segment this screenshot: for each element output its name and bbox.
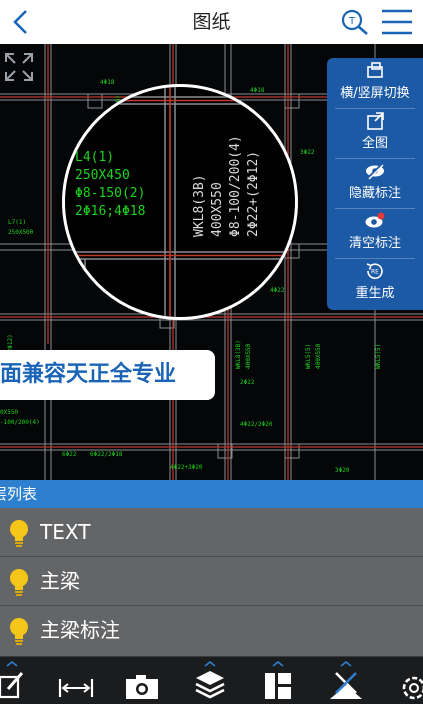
zoom-text-line: 250X450	[75, 168, 130, 183]
menu-item-rotate[interactable]: 横/竖屏切换	[327, 58, 423, 108]
lightbulb-icon[interactable]	[6, 518, 32, 548]
svg-text:400X550: 400X550	[245, 343, 252, 369]
toolbar-settings-button[interactable]	[392, 661, 423, 701]
cad-tool-icon	[330, 672, 362, 699]
layer-list-header: 层列表	[0, 480, 423, 508]
toolbar-layers-button[interactable]	[188, 661, 232, 701]
svg-text:4Φ22+3Φ20: 4Φ22+3Φ20	[170, 464, 203, 471]
fullscreen-icon[interactable]	[4, 52, 34, 82]
svg-text:WKL5(5): WKL5(5)	[305, 344, 312, 369]
menu-item-label: 重生成	[355, 286, 395, 301]
drawing-canvas[interactable]: L7(1) 250X500 4Φ18 4Φ18 3Φ22 4Φ22 2Φ22 6Φ22 …	[0, 44, 423, 480]
edit-icon	[0, 672, 24, 699]
svg-text:L7(1): L7(1)	[8, 219, 26, 226]
svg-text:4Φ18: 4Φ18	[100, 79, 115, 86]
camera-icon	[126, 675, 158, 699]
layout-icon	[265, 673, 291, 699]
lightbulb-icon[interactable]	[6, 616, 32, 646]
menu-item-label: 清空标注	[348, 236, 401, 251]
eye-hidden-icon	[366, 163, 384, 180]
svg-text:-100/200(4): -100/200(4)	[0, 419, 40, 426]
view-options-panel: 横/竖屏切换 全图 隐藏标注 清空标注 RE 重生成	[327, 58, 423, 310]
menu-item-label: 横/竖屏切换	[340, 86, 410, 101]
settings-icon	[402, 676, 423, 700]
menu-item-label: 隐藏标注	[348, 186, 401, 201]
svg-text:WKL8(3B): WKL8(3B)	[235, 340, 242, 369]
zoom-text-line: L4(1)	[75, 150, 115, 165]
svg-text:3Φ20: 3Φ20	[335, 467, 350, 474]
menu-item-hide-annotations[interactable]: 隐藏标注	[327, 158, 423, 208]
svg-text:6Φ22/2Φ18: 6Φ22/2Φ18	[90, 451, 123, 458]
svg-text:2Φ22: 2Φ22	[240, 379, 255, 386]
svg-text:400X550: 400X550	[315, 343, 322, 369]
search-text-icon[interactable]: T	[340, 8, 370, 36]
zoom-text-line: 2Φ16;4Φ18	[75, 204, 146, 219]
svg-text:250X500: 250X500	[8, 229, 34, 236]
eye-clear-icon	[365, 212, 385, 228]
toolbar-measure-button[interactable]	[54, 661, 98, 701]
measure-icon	[58, 679, 94, 697]
fit-view-icon	[367, 112, 384, 130]
svg-text:0X550: 0X550	[0, 409, 18, 416]
menu-item-regenerate[interactable]: RE 重生成	[327, 258, 423, 308]
svg-text:T: T	[348, 16, 356, 27]
svg-text:RE: RE	[371, 269, 379, 276]
zoom-text-line: Φ8-100/200(4)	[228, 135, 243, 237]
toolbar-camera-button[interactable]	[120, 661, 164, 701]
toolbar-cad-tool-button[interactable]	[324, 661, 368, 701]
zoom-text-line: 2Φ22+(2Φ12)	[246, 150, 261, 237]
regenerate-icon: RE	[366, 263, 383, 279]
svg-text:3Φ22: 3Φ22	[300, 149, 315, 156]
lightbulb-icon[interactable]	[6, 567, 32, 597]
layer-row[interactable]: 主梁	[0, 557, 423, 606]
zoom-text-line: 400X550	[210, 182, 225, 237]
toolbar-edit-button[interactable]	[0, 661, 34, 701]
layer-name: 主梁	[40, 569, 80, 593]
promo-banner: 面兼容天正全专业	[0, 350, 215, 400]
menu-item-label: 全图	[361, 136, 388, 151]
menu-item-clear-annotations[interactable]: 清空标注	[327, 208, 423, 258]
zoom-text-line: Φ8-150(2)	[75, 186, 146, 201]
top-bar: 图纸 T	[0, 0, 423, 45]
toolbar-layout-button[interactable]	[256, 661, 300, 701]
layer-name: 主梁标注	[40, 618, 120, 642]
svg-text:6Φ22: 6Φ22	[62, 451, 77, 458]
zoom-text-line: WKL8(3B)	[192, 174, 207, 237]
layer-row[interactable]: 主梁标注	[0, 606, 423, 657]
magnifier-lens: L4(1) 250X450 Φ8-150(2) 2Φ16;4Φ18 WKL8(3…	[62, 84, 298, 320]
layer-row[interactable]: TEXT	[0, 508, 423, 557]
svg-text:WKL5(5): WKL5(5)	[375, 344, 382, 369]
layers-icon	[195, 671, 225, 699]
layer-name: TEXT	[40, 520, 91, 544]
menu-item-fit-view[interactable]: 全图	[327, 108, 423, 158]
menu-icon[interactable]	[380, 6, 414, 38]
rotate-screen-icon	[367, 62, 383, 78]
bottom-toolbar	[0, 656, 423, 704]
svg-text:4Φ22/2Φ20: 4Φ22/2Φ20	[240, 421, 273, 428]
